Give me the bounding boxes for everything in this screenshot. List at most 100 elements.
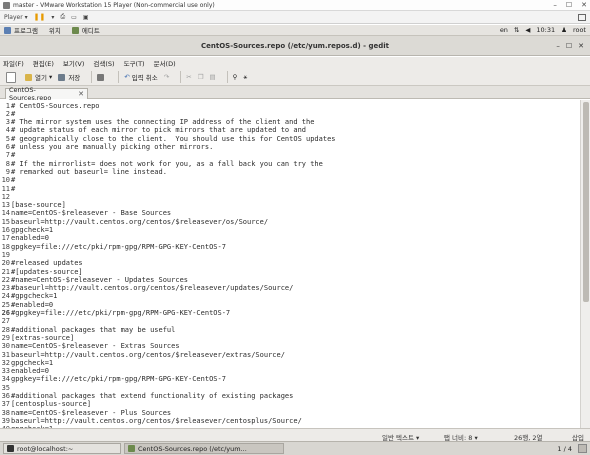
editor-line[interactable]: 29[extras-source]: [0, 333, 75, 342]
editor-line[interactable]: 15baseurl=http://vault.centos.org/centos…: [0, 217, 269, 226]
copy-button[interactable]: ❐: [198, 73, 204, 81]
volume-icon[interactable]: ◀: [525, 26, 530, 34]
cut-button[interactable]: ✂: [186, 73, 191, 81]
removable-devices-icon[interactable]: ▭: [71, 14, 77, 21]
editor-line[interactable]: 30name=CentOS-$releasever - Extras Sourc…: [0, 342, 180, 350]
redo-button[interactable]: ↷: [164, 73, 169, 81]
menu-tools[interactable]: 도구(T): [124, 58, 145, 68]
editor-line[interactable]: 36#additional packages that extend funct…: [0, 392, 294, 400]
pause-dropdown-icon[interactable]: ▾: [51, 14, 54, 21]
applications-menu[interactable]: 프로그램: [4, 25, 38, 35]
unity-icon[interactable]: ▣: [83, 14, 89, 21]
new-document-button[interactable]: [6, 71, 19, 83]
editor-line[interactable]: 38name=CentOS-$releasever - Plus Sources: [0, 409, 172, 417]
editor-line[interactable]: 37[centosplus-source]: [0, 400, 92, 409]
menu-edit[interactable]: 편집(E): [33, 58, 54, 68]
editor-line[interactable]: 26#gpgkey=file:///etc/pki/rpm-gpg/RPM-GP…: [0, 309, 231, 317]
menu-file[interactable]: 파일(F): [3, 58, 24, 68]
line-number: 30: [1, 342, 10, 351]
player-menu-button[interactable]: Player ▾: [4, 14, 28, 21]
document-tab[interactable]: CentOS-Sources.repo ✕: [5, 86, 88, 102]
line-number: 6: [5, 143, 10, 151]
print-button[interactable]: [97, 73, 107, 81]
gedit-close-button[interactable]: ✕: [578, 42, 584, 50]
editor-line[interactable]: 34gpgkey=file:///etc/pki/rpm-gpg/RPM-GPG…: [0, 375, 226, 383]
places-menu[interactable]: 위치: [49, 25, 61, 35]
vmware-close-button[interactable]: ✕: [581, 1, 587, 9]
editor-line[interactable]: 16gpgcheck=1: [0, 226, 54, 234]
editor-line[interactable]: 24#gpgcheck=1: [0, 292, 58, 300]
editor-line[interactable]: 32gpgcheck=1: [0, 359, 54, 367]
editor-line[interactable]: 10#: [0, 176, 16, 185]
editor-line[interactable]: 4# update status of each mirror to pick …: [0, 126, 306, 134]
fullscreen-icon[interactable]: [578, 13, 586, 21]
save-button[interactable]: 저장: [58, 72, 80, 82]
editor-line[interactable]: 9# remarked out baseurl= line instead.: [0, 168, 167, 176]
menu-view[interactable]: 보기(V): [63, 58, 84, 68]
undo-button[interactable]: ↶ 입력 취소: [124, 72, 157, 82]
editor-line[interactable]: 28#additional packages that may be usefu…: [0, 326, 176, 334]
vmware-maximize-button[interactable]: ☐: [566, 1, 572, 9]
line-number: 37: [1, 400, 10, 409]
paste-button[interactable]: ▤: [209, 73, 215, 81]
toolbar-separator: [118, 71, 120, 83]
gedit-maximize-button[interactable]: ☐: [566, 42, 572, 50]
language-indicator[interactable]: en: [500, 26, 508, 34]
menu-documents[interactable]: 문서(D): [154, 58, 176, 68]
editor-line[interactable]: 14name=CentOS-$releasever - Base Sources: [0, 209, 172, 218]
new-document-icon: [6, 71, 16, 83]
line-number: 21: [1, 267, 10, 276]
editor-line[interactable]: 1# CentOS-Sources.repo: [0, 102, 100, 110]
text-editor-area[interactable]: 1# CentOS-Sources.repo 2# 3# The mirror sy…: [0, 100, 580, 428]
replace-button[interactable]: ⚹: [243, 73, 247, 82]
editor-line[interactable]: 33enabled=0: [0, 367, 49, 375]
editor-line[interactable]: 25#enabled=0: [0, 301, 54, 309]
workspace-switcher[interactable]: [578, 444, 587, 453]
editor-line[interactable]: 5# geographically close to the client. Y…: [0, 135, 336, 143]
user-icon[interactable]: ♟: [561, 26, 567, 34]
workspace-pager-label: 1 / 4: [557, 444, 572, 453]
pause-icon[interactable]: ❚❚: [34, 13, 46, 21]
line-text: baseurl=http://vault.centos.org/centos/$…: [11, 350, 285, 359]
tab-close-icon[interactable]: ✕: [78, 90, 84, 98]
gedit-minimize-button[interactable]: –: [556, 42, 560, 50]
editor-line[interactable]: 6# unless you are manually picking other…: [0, 143, 214, 151]
editor-line[interactable]: 13[base-source]: [0, 201, 66, 209]
editor-line[interactable]: 39baseurl=http://vault.centos.org/centos…: [0, 417, 302, 425]
editor-line[interactable]: 7#: [0, 151, 15, 159]
vmware-minimize-button[interactable]: –: [553, 1, 557, 9]
menu-search[interactable]: 검색(S): [93, 58, 114, 68]
toolbar-separator: [180, 71, 182, 83]
editor-launcher[interactable]: 에디트: [71, 25, 100, 35]
line-text: [extras-source]: [11, 333, 75, 342]
line-number: 14: [1, 209, 10, 218]
editor-line[interactable]: 11#: [0, 185, 16, 193]
editor-line[interactable]: 21#[updates-source]: [0, 268, 83, 276]
editor-line[interactable]: 27: [0, 317, 11, 325]
taskbar-item-gedit[interactable]: CentOS-Sources.repo (/etc/yum...: [124, 443, 284, 454]
clock[interactable]: 10:31: [536, 26, 555, 34]
editor-line[interactable]: 19: [0, 251, 11, 259]
editor-line[interactable]: 8# If the mirrorlist= does not work for …: [0, 160, 323, 168]
find-button[interactable]: ⚲: [233, 73, 238, 81]
editor-line[interactable]: 35: [0, 384, 11, 392]
editor-line[interactable]: 18gpgkey=file:///etc/pki/rpm-gpg/RPM-GPG…: [0, 243, 226, 251]
send-ctrl-alt-del-icon[interactable]: ⎙: [60, 13, 65, 21]
editor-line[interactable]: 17enabled=0: [0, 234, 49, 242]
network-icon[interactable]: ⇅: [514, 26, 519, 34]
line-number: 15: [1, 217, 10, 226]
vertical-scrollbar[interactable]: [580, 100, 590, 428]
taskbar-item-terminal[interactable]: root@localhost:~: [3, 443, 121, 454]
editor-line[interactable]: 12: [0, 193, 11, 201]
editor-line[interactable]: 23#baseurl=http://vault.centos.org/cento…: [0, 284, 294, 292]
open-button[interactable]: 열기 ▾: [25, 72, 52, 82]
line-text: baseurl=http://vault.centos.org/centos/$…: [11, 416, 302, 425]
editor-line[interactable]: 3# The mirror system uses the connecting…: [0, 118, 315, 126]
scrollbar-thumb[interactable]: [583, 102, 589, 302]
editor-line[interactable]: 2#: [0, 110, 15, 118]
editor-line[interactable]: 20#released updates: [0, 259, 83, 267]
line-text: #: [11, 176, 16, 185]
editor-line[interactable]: 22#name=CentOS-$releasever - Updates Sou…: [0, 276, 188, 284]
user-name[interactable]: root: [573, 26, 586, 34]
editor-line[interactable]: 31baseurl=http://vault.centos.org/centos…: [0, 351, 285, 359]
